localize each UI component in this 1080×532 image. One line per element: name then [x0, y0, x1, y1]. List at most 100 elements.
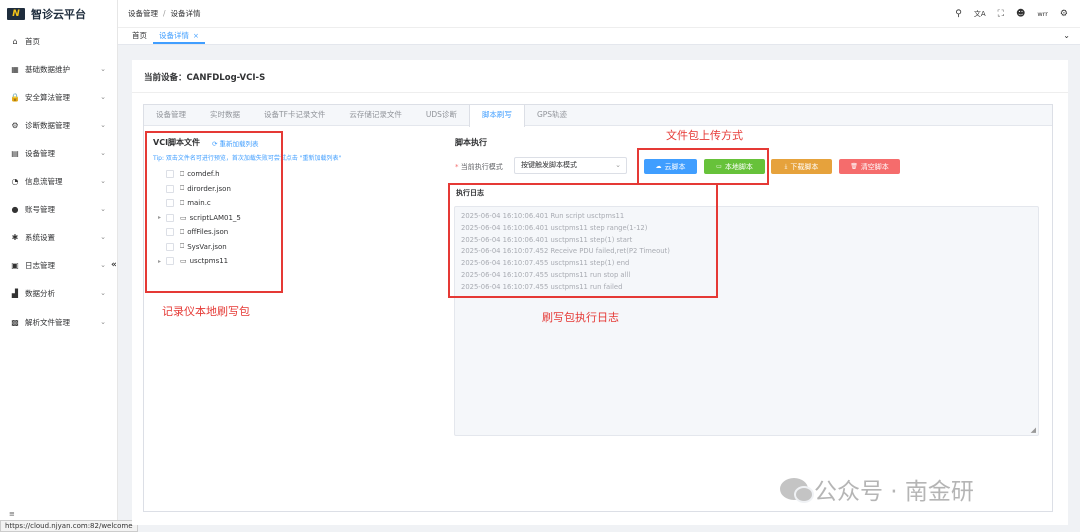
button-label: 清空脚本 [860, 162, 889, 171]
sidebar-item-label: 首页 [25, 36, 40, 46]
sidebar-item-label: 账号管理 [25, 204, 55, 214]
current-device: 当前设备：CANFDLog-VCI-S [144, 71, 265, 83]
sidebar-item[interactable]: ● 账号管理 ⌄ [0, 201, 118, 217]
mode-label-text: 当前执行模式 [460, 163, 503, 171]
trash-icon: 🗑 [850, 163, 858, 170]
chevron-down-icon: ⌄ [100, 121, 106, 129]
chevron-down-icon: ⌄ [615, 161, 621, 169]
clear-script-button[interactable]: 🗑 清空脚本 [839, 159, 900, 174]
breadcrumb-item-device-management[interactable]: 设备管理 [128, 8, 158, 19]
watermark: 公众号 · 南金研 [780, 472, 974, 506]
tab[interactable]: 设备TF卡记录文件 [252, 105, 337, 125]
sidebar-toggle-icon[interactable]: ≡ [9, 510, 15, 518]
tab[interactable]: GPS轨迹 [525, 105, 579, 125]
close-icon[interactable]: × [193, 32, 199, 40]
sidebar-item[interactable]: ▟ 数据分析 ⌄ [0, 285, 118, 301]
user-name[interactable]: wrr [1037, 10, 1048, 18]
annotation-box-upload [637, 148, 769, 185]
gear-icon: ⚙ [11, 120, 19, 130]
annotation-exec-log: 刷写包执行日志 [542, 311, 619, 324]
chat-icon: ◔ [11, 176, 19, 186]
sidebar-item[interactable]: ⌂ 首页 [0, 33, 118, 49]
home-icon: ⌂ [12, 36, 18, 46]
chevron-down-icon: ⌄ [100, 261, 106, 269]
divider [132, 92, 1068, 93]
tab[interactable]: 脚本刷写 [468, 105, 525, 127]
sidebar-item-label: 基础数据维护 [25, 64, 70, 74]
chevron-down-icon: ⌄ [100, 205, 106, 213]
app-title: 智诊云平台 [31, 8, 86, 21]
logo[interactable]: N 智诊云平台 [0, 0, 117, 28]
status-url: https://cloud.njyan.com:82/welcome [0, 520, 138, 532]
sidebar-item[interactable]: ▦ 基础数据维护 ⌄ [0, 61, 118, 77]
settings-icon: ✱ [11, 232, 19, 242]
sidebar-item[interactable]: ⚙ 诊断数据管理 ⌄ [0, 117, 118, 133]
user-icon: ● [11, 204, 19, 214]
logo-mark: N [7, 8, 25, 20]
tab[interactable]: 云存储记录文件 [337, 105, 414, 125]
sidebar: N 智诊云平台 ⌂ 首页 ▦ 基础数据维护 ⌄ 🔒 安全算法管理 ⌄ ⚙ 诊断数据管理 ⌄ ▤ 设备管理… [0, 0, 138, 532]
tabs-header: 设备管理 实时数据 设备TF卡记录文件 云存储记录文件 UDS诊断 脚本刷写 GPS轨迹 [144, 105, 1052, 127]
mode-select-value: 按键触发脚本模式 [521, 161, 577, 169]
sidebar-item-label: 日志管理 [25, 260, 55, 270]
sidebar-item-label: 设备管理 [25, 148, 55, 158]
tab[interactable]: UDS诊断 [414, 105, 469, 125]
download-script-button[interactable]: ⤓ 下载脚本 [771, 159, 832, 174]
search-icon[interactable]: ⚲ [955, 9, 962, 19]
tag-label: 设备详情 [159, 31, 189, 40]
sidebar-item-label: 诊断数据管理 [25, 120, 70, 130]
sidebar-item[interactable]: ▩ 解析文件管理 ⌄ [0, 314, 118, 330]
chevron-down-icon: ⌄ [100, 318, 106, 326]
log-icon: ▣ [11, 260, 19, 270]
annotation-upload-methods: 文件包上传方式 [666, 129, 743, 142]
bar-chart-icon: ▟ [11, 288, 19, 298]
mode-select[interactable]: 按键触发脚本模式 ⌄ [514, 157, 627, 174]
button-label: 下载脚本 [790, 162, 819, 171]
sidebar-item[interactable]: 🔒 安全算法管理 ⌄ [0, 89, 118, 105]
wechat-icon [780, 478, 814, 503]
grid-icon: ▦ [11, 64, 19, 74]
sidebar-item-label: 信息流管理 [25, 176, 63, 186]
tag-home[interactable]: 首页 [126, 28, 153, 44]
download-icon: ⤓ [784, 162, 788, 170]
topbar-icons: ⚲ 文A ⛶ ☻ wrr ⚙ [955, 0, 1068, 28]
sidebar-item[interactable]: ✱ 系统设置 ⌄ [0, 229, 118, 245]
chevron-down-icon: ⌄ [100, 65, 106, 73]
breadcrumb-item-device-detail: 设备详情 [170, 9, 201, 18]
chevron-down-icon: ⌄ [100, 177, 106, 185]
printer-icon: ▤ [11, 148, 19, 158]
script-exec-title: 脚本执行 [455, 138, 487, 147]
sidebar-item[interactable]: ◔ 信息流管理 ⌄ [0, 173, 118, 189]
chevron-down-icon: ⌄ [100, 93, 106, 101]
sidebar-item[interactable]: ▣ 日志管理 ⌄ [0, 257, 118, 273]
collapse-sidebar-icon[interactable]: « [111, 260, 117, 270]
sidebar-item-label: 系统设置 [25, 232, 55, 242]
lock-icon: 🔒 [10, 92, 20, 102]
sidebar-item-label: 解析文件管理 [25, 317, 70, 327]
annotation-local-package: 记录仪本地刷写包 [162, 305, 250, 318]
tags-view: 首页 设备详情 × ⌄ [118, 28, 1080, 45]
file-icon: ▩ [11, 317, 19, 327]
mode-label: * 当前执行模式 [455, 163, 503, 171]
avatar-icon[interactable]: ☻ [1016, 9, 1025, 19]
tab[interactable]: 设备管理 [144, 105, 198, 125]
tag-device-detail[interactable]: 设备详情 × [153, 28, 205, 44]
breadcrumb-separator: / [163, 9, 166, 18]
current-device-label: 当前设备： [144, 73, 187, 83]
chevron-down-icon[interactable]: ⌄ [1063, 31, 1070, 40]
tab[interactable]: 实时数据 [198, 105, 252, 125]
sidebar-item[interactable]: ▤ 设备管理 ⌄ [0, 145, 118, 161]
resize-grip-icon[interactable]: ◢ [1031, 426, 1036, 434]
current-device-name: CANFDLog-VCI-S [186, 73, 266, 83]
sidebar-item-label: 数据分析 [25, 288, 55, 298]
annotation-box-files [145, 131, 283, 293]
topbar: 设备管理 / 设备详情 ⚲ 文A ⛶ ☻ wrr ⚙ [118, 0, 1080, 28]
settings-icon[interactable]: ⚙ [1060, 9, 1068, 19]
chevron-down-icon: ⌄ [100, 289, 106, 297]
fullscreen-icon[interactable]: ⛶ [998, 9, 1004, 19]
chevron-down-icon: ⌄ [100, 149, 106, 157]
watermark-text: 公众号 · 南金研 [814, 479, 974, 505]
chevron-down-icon: ⌄ [100, 233, 106, 241]
sidebar-item-label: 安全算法管理 [25, 92, 70, 102]
translate-icon[interactable]: 文A [974, 9, 986, 19]
